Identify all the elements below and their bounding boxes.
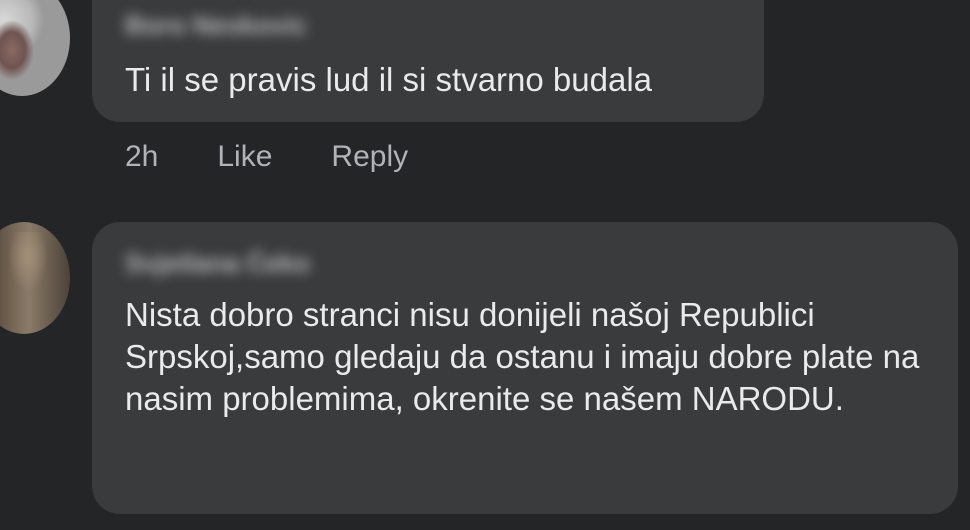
comment-author[interactable]: Svjetlana Ćeko — [125, 248, 310, 279]
comment-timestamp[interactable]: 2h — [125, 140, 158, 174]
comment-author[interactable]: Boro Neskovic — [125, 10, 307, 41]
comment-bubble: Svjetlana Ćeko Nista dobro stranci nisu … — [92, 222, 958, 514]
comment-text: Ti il se pravis lud il si stvarno budala — [125, 61, 653, 98]
avatar[interactable] — [0, 222, 70, 334]
like-button[interactable]: Like — [217, 140, 272, 174]
reply-button[interactable]: Reply — [331, 140, 408, 174]
avatar[interactable] — [0, 0, 70, 96]
comment-text: Nista dobro stranci nisu donijeli našoj … — [125, 296, 920, 417]
comment-actions: 2h Like Reply — [125, 140, 408, 174]
comment-bubble: Boro Neskovic Ti il se pravis lud il si … — [92, 0, 764, 122]
